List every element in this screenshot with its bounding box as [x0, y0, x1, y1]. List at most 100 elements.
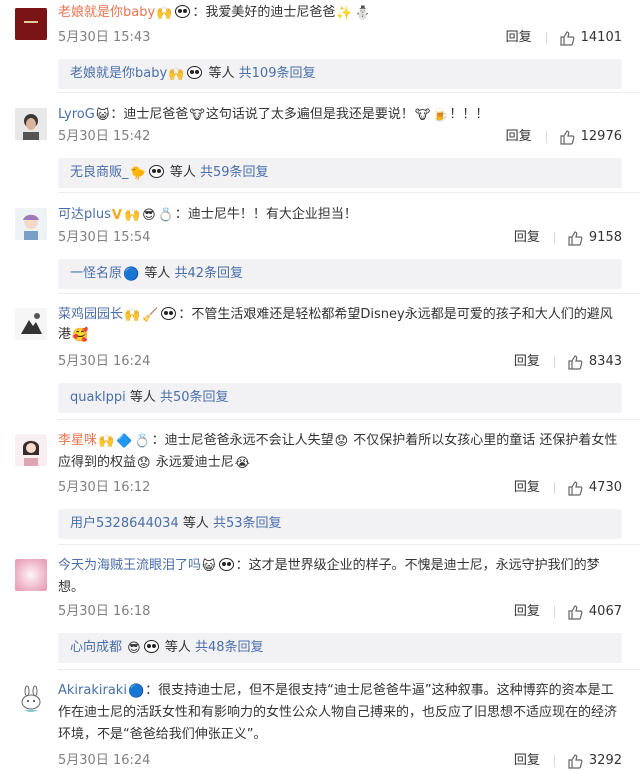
comment-date: 5月30日 16:24	[58, 753, 151, 768]
sub-reply-summary[interactable]: 心向成都 😎 等人 共48条回复	[58, 633, 622, 663]
comment-text-line: Akirakiraki🔵：很支持迪士尼，但不是很支持“迪士尼爸爸牛逼”这种叙事。…	[58, 680, 622, 746]
duck-emoji-icon: 🐤	[129, 166, 146, 181]
sub-reply-middle: 等人	[182, 516, 209, 531]
beer-emoji-icon: 🍺	[432, 108, 449, 123]
thumbs-up-icon[interactable]	[567, 230, 583, 246]
divider	[553, 755, 555, 767]
sub-reply-summary[interactable]: 无良商贩_🐤 等人 共59条回复	[58, 158, 622, 188]
like-count: 4730	[588, 480, 622, 495]
sub-reply-total[interactable]: 共59条回复	[200, 165, 269, 180]
divider	[553, 232, 555, 244]
comment-meta: 5月30日 16:24 回复 3292	[58, 751, 622, 771]
comment-meta: 5月30日 16:24 回复 8343	[58, 352, 622, 372]
sub-reply-total[interactable]: 共50条回复	[160, 390, 229, 405]
heart-hands-emoji-icon: 🙌	[124, 308, 141, 323]
panda-emoji-icon	[161, 307, 177, 320]
cow-emoji-icon: 🐮	[414, 108, 431, 123]
divider	[545, 131, 547, 143]
sub-reply-user[interactable]: 无良商贩_	[70, 165, 129, 180]
sub-reply-middle: 等人	[164, 640, 191, 655]
sub-reply-summary[interactable]: 一怪名原🔵 等人 共42条回复	[58, 259, 622, 289]
sub-reply-total[interactable]: 共53条回复	[213, 516, 282, 531]
comment-text-line: 李星咪🙌 🔷 💍：迪士尼爸爸永远不会让人失望😟 不仅保护着所以女孩心里的童话 还保护…	[58, 430, 622, 474]
comment-username[interactable]: LyroG	[58, 107, 95, 122]
comment-date: 5月30日 16:18	[58, 604, 151, 619]
reply-button[interactable]: 回复	[514, 352, 540, 372]
thumbs-up-icon[interactable]	[559, 129, 575, 145]
reply-button[interactable]: 回复	[514, 751, 540, 771]
badge-icon: 🔷	[116, 434, 133, 449]
thumbs-up-icon[interactable]	[567, 354, 583, 370]
avatar[interactable]	[15, 208, 47, 240]
comment-text-line: 今天为海贼王流眼泪了吗😺 ：这才是世界级企业的样子。不愧是迪士尼，永远守护我们的梦…	[58, 555, 622, 599]
sub-reply-user[interactable]: quaklppi	[70, 390, 126, 405]
divider	[58, 92, 640, 93]
comment-date: 5月30日 15:43	[58, 30, 151, 45]
comment-meta: 5月30日 15:42 回复 12976	[58, 127, 622, 147]
smile-emoji-icon: 😎	[127, 641, 141, 656]
thumbs-up-icon[interactable]	[567, 604, 583, 620]
sub-reply-total[interactable]: 共109条回复	[239, 66, 316, 81]
reply-button[interactable]: 回复	[506, 28, 532, 48]
heart-hands-emoji-icon: 🙌	[123, 208, 141, 223]
sparkle-emoji-icon: ✨	[336, 6, 353, 21]
comment-meta: 5月30日 16:12 回复 4730	[58, 478, 622, 498]
panda-emoji-icon	[143, 640, 159, 653]
eye-badge-icon: 🔵	[127, 684, 145, 699]
cow-emoji-icon: 🐮	[189, 108, 205, 123]
comment-username[interactable]: 可达plus	[58, 207, 111, 222]
thumbs-up-icon[interactable]	[559, 30, 575, 46]
reply-button[interactable]: 回复	[514, 478, 540, 498]
comment-username[interactable]: Akirakiraki	[58, 683, 127, 698]
comment-text: ：我爱美好的迪士尼爸爸	[192, 5, 336, 20]
sub-reply-user[interactable]: 心向成都	[70, 640, 122, 655]
like-count: 12976	[580, 129, 622, 144]
comment-text-line: LyroG😺：迪士尼爸爸🐮这句话说了太多遍但是我还是要说！🐮 🍺！！！	[58, 105, 622, 125]
thumbs-up-icon[interactable]	[567, 753, 583, 769]
comment-text: ：迪士尼牛！！有大企业担当！	[174, 207, 357, 222]
sub-reply-summary[interactable]: quaklppi 等人 共50条回复	[58, 383, 622, 413]
sub-reply-summary[interactable]: 用户5328644034 等人 共53条回复	[58, 509, 622, 539]
reply-button[interactable]: 回复	[514, 228, 540, 248]
panda-emoji-icon	[187, 66, 203, 79]
worried-emoji-icon: 😟	[334, 434, 349, 449]
avatar[interactable]	[15, 684, 47, 716]
comment-meta: 5月30日 16:18 回复 4067	[58, 602, 622, 622]
worried-emoji-icon: 😟	[137, 456, 151, 471]
sub-reply-user[interactable]: 一怪名原	[70, 266, 122, 281]
comment-date: 5月30日 16:12	[58, 480, 151, 495]
reply-button[interactable]: 回复	[514, 602, 540, 622]
sub-reply-summary[interactable]: 老娘就是你baby🙌 等人 共109条回复	[58, 59, 622, 89]
sub-reply-user[interactable]: 用户5328644034	[70, 516, 179, 531]
comment-username[interactable]: 李星咪	[58, 433, 97, 448]
v-badge-icon: V	[111, 208, 122, 223]
divider	[58, 544, 640, 545]
cute-face-emoji-icon: 😺	[95, 108, 110, 123]
comment-username[interactable]: 菜鸡园园长	[58, 307, 123, 322]
thumbs-up-icon[interactable]	[567, 480, 583, 496]
reply-button[interactable]: 回复	[506, 127, 532, 147]
avatar[interactable]	[15, 559, 47, 591]
like-count: 8343	[588, 354, 622, 369]
avatar[interactable]	[15, 308, 47, 340]
panda-emoji-icon	[148, 165, 164, 178]
heart-hands-emoji-icon: 🙌	[168, 67, 185, 82]
avatar[interactable]	[15, 108, 47, 140]
divider	[553, 356, 555, 368]
sub-reply-user[interactable]: 老娘就是你baby	[70, 66, 167, 81]
sub-reply-total[interactable]: 共42条回复	[175, 266, 244, 281]
heart-hands-emoji-icon: 🙌	[156, 6, 173, 21]
like-count: 9158	[588, 230, 622, 245]
comment-username[interactable]: 今天为海贼王流眼泪了吗	[58, 558, 201, 573]
sub-reply-total[interactable]: 共48条回复	[195, 640, 264, 655]
like-count: 3292	[588, 753, 622, 768]
avatar[interactable]	[15, 434, 47, 466]
comment-text-part: ：迪士尼爸爸永远不会让人失望	[151, 433, 334, 448]
divider	[58, 192, 640, 193]
comment-username[interactable]: 老娘就是你baby	[58, 5, 155, 20]
heart-hands-emoji-icon: 🙌	[98, 434, 115, 449]
avatar[interactable]	[15, 8, 47, 40]
comment-date: 5月30日 15:42	[58, 129, 151, 144]
sub-reply-middle: 等人	[169, 165, 196, 180]
comment-text-line: 菜鸡园园长🙌 🧹 ：不管生活艰难还是轻松都希望Disney永远都是可爱的孩子和大人们…	[58, 305, 622, 345]
